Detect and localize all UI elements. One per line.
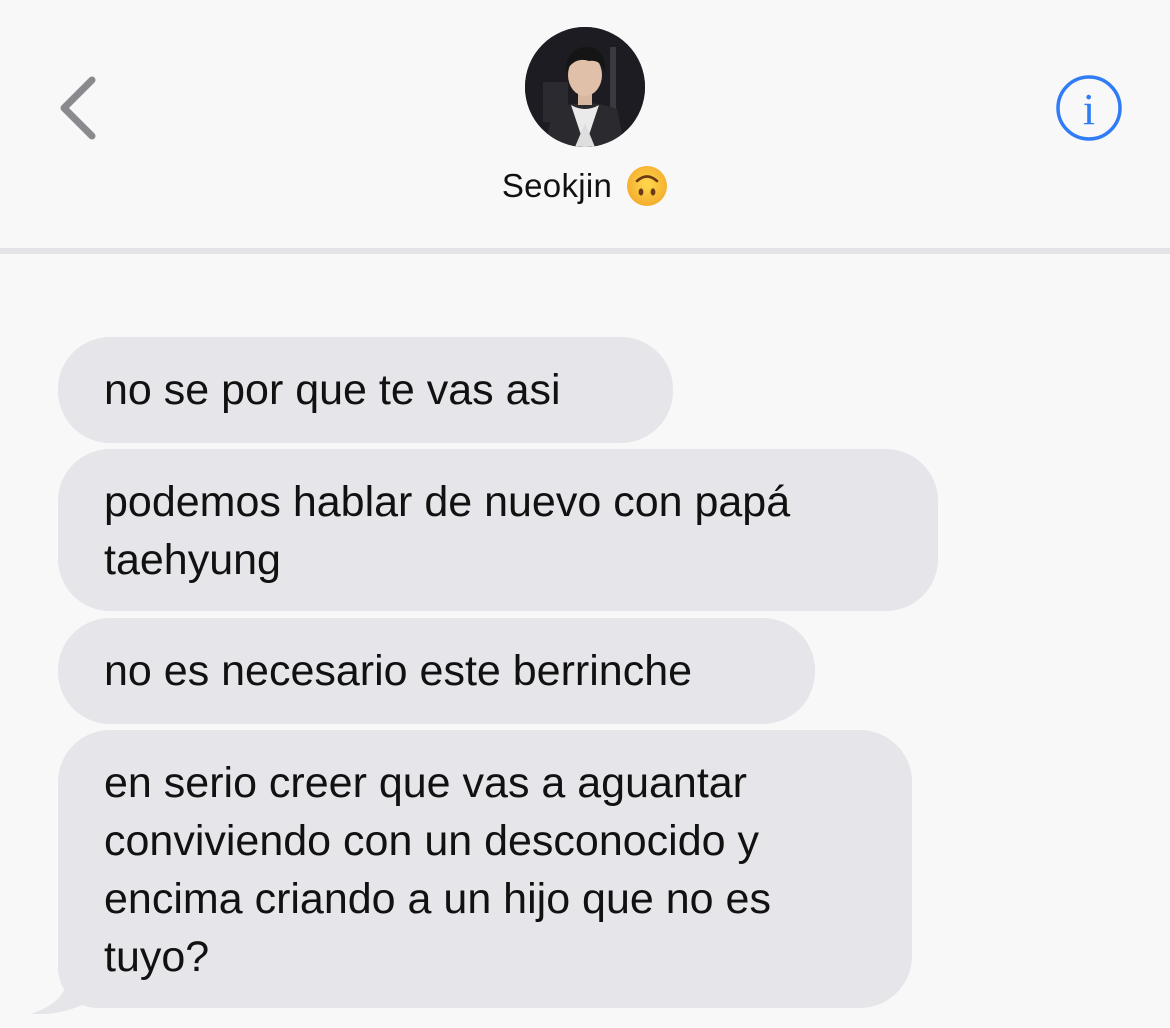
info-button[interactable]: i [1055, 74, 1123, 142]
chevron-left-icon [60, 76, 96, 140]
avatar-photo [525, 27, 645, 147]
incoming-message-bubble[interactable]: no es necesario este berrinche [58, 618, 815, 724]
contact-name-row[interactable]: Seokjin [0, 160, 1170, 212]
info-icon: i [1056, 75, 1122, 141]
svg-text:i: i [1083, 85, 1095, 134]
contact-name: Seokjin [501, 167, 613, 204]
incoming-message-bubble[interactable]: no se por que te vas asi [58, 337, 673, 443]
conversation-header: i Seokjin [0, 0, 1170, 248]
upside-down-face-emoji-icon [627, 166, 668, 206]
incoming-message-bubble[interactable]: podemos hablar de nuevo con papá taehyun… [58, 449, 938, 611]
contact-avatar[interactable] [525, 27, 645, 147]
message-thread[interactable]: no se por que te vas asi podemos hablar … [0, 254, 1170, 1028]
incoming-message-bubble[interactable]: en serio creer que vas a aguantar conviv… [58, 730, 912, 1008]
back-button[interactable] [52, 70, 112, 146]
